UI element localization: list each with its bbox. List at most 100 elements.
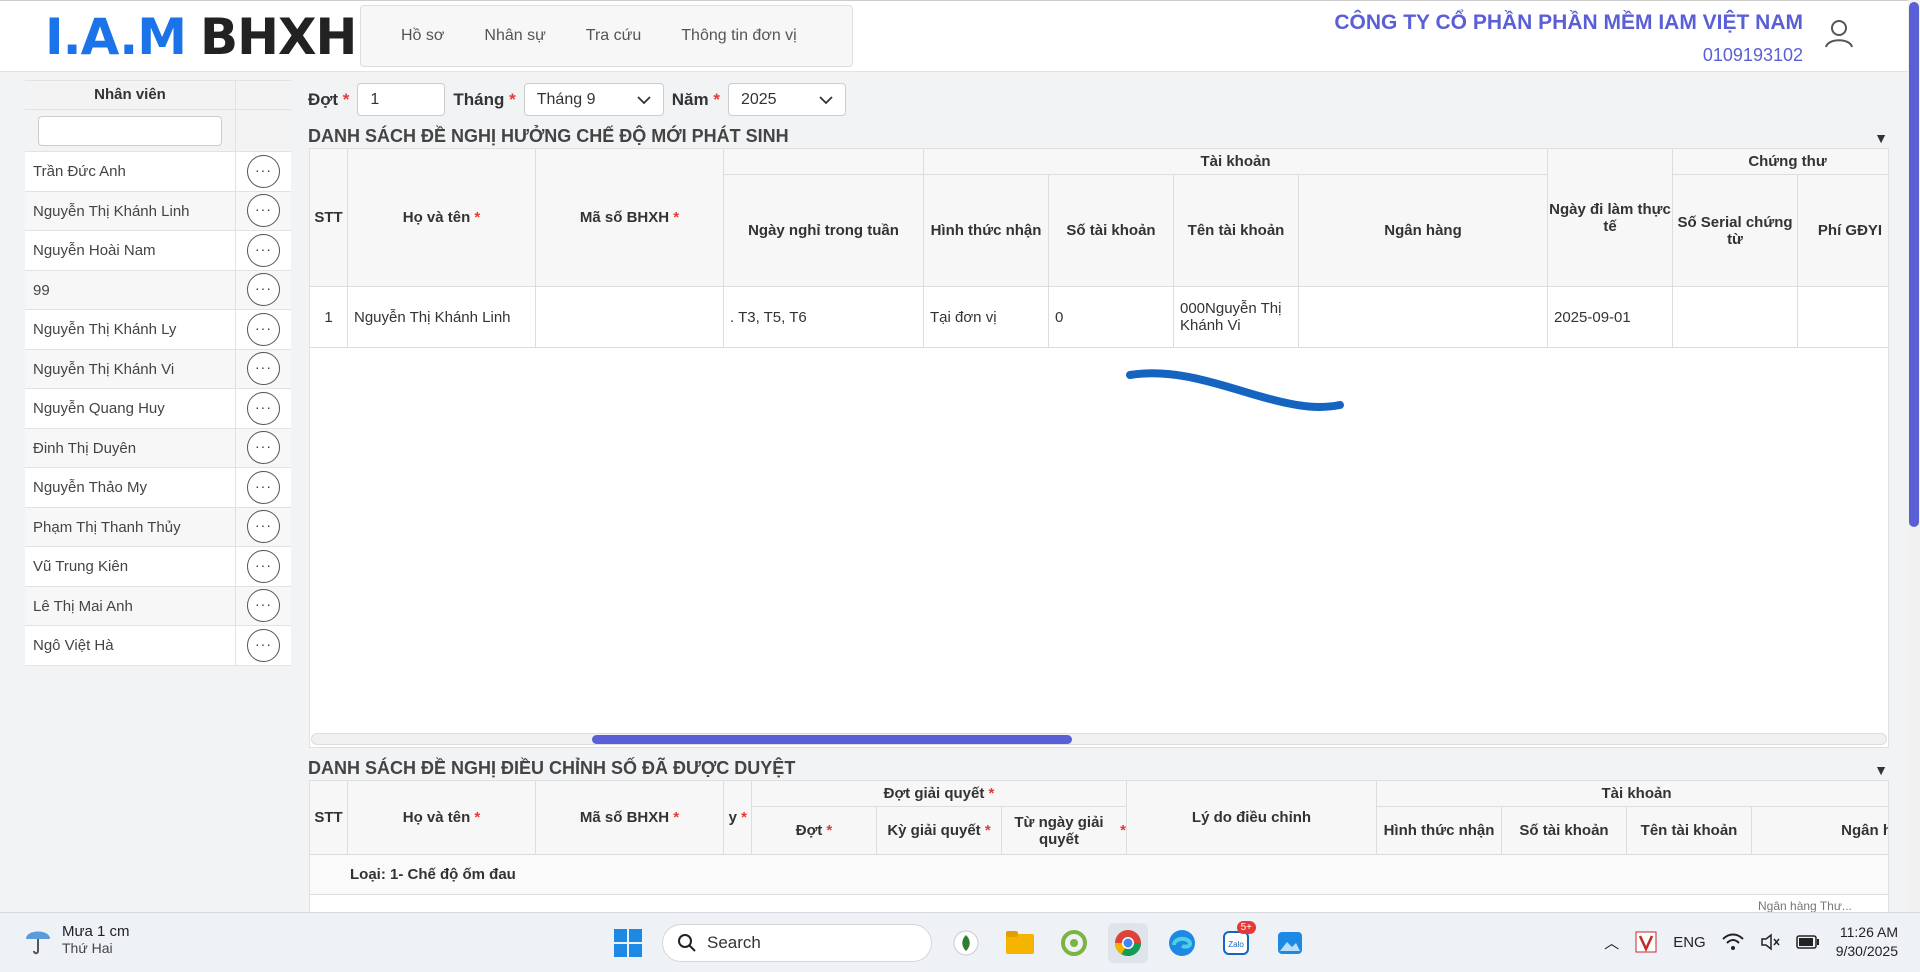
more-options-button[interactable]: ··· xyxy=(247,154,280,188)
logo-iam-text: I.A.M xyxy=(45,8,187,66)
dot-input[interactable]: 1 xyxy=(357,83,446,116)
leaf-app-icon[interactable] xyxy=(946,923,986,963)
page-vertical-scrollbar-thumb[interactable] xyxy=(1909,2,1919,527)
more-options-button[interactable]: ··· xyxy=(247,352,280,386)
green-app-icon[interactable] xyxy=(1054,923,1094,963)
horizontal-scrollbar-thumb[interactable] xyxy=(592,735,1072,744)
employee-name[interactable]: Ngô Việt Hà xyxy=(25,626,236,665)
list-item[interactable]: Phạm Thị Thanh Thủy ··· xyxy=(25,507,291,547)
nav-nhan-su[interactable]: Nhân sự xyxy=(464,27,565,45)
nam-select-value: 2025 xyxy=(740,90,777,108)
list-item[interactable]: 99 ··· xyxy=(25,270,291,310)
section-new-title: DANH SÁCH ĐỀ NGHỊ HƯỞNG CHẾ ĐỘ MỚI PHÁT … xyxy=(308,126,1888,146)
zalo-icon[interactable]: Zalo 5+ xyxy=(1216,921,1256,963)
more-options-button[interactable]: ··· xyxy=(247,549,280,583)
col2-header-y[interactable]: y * xyxy=(724,781,752,855)
nav-thong-tin-don-vi[interactable]: Thông tin đơn vị xyxy=(661,27,816,45)
battery-icon[interactable] xyxy=(1795,935,1820,949)
more-options-button[interactable]: ··· xyxy=(247,628,280,662)
horizontal-scrollbar[interactable] xyxy=(311,733,1887,745)
more-options-button[interactable]: ··· xyxy=(247,312,280,346)
file-explorer-icon[interactable] xyxy=(1000,923,1040,963)
list-item[interactable]: Ngô Việt Hà ··· xyxy=(25,626,291,666)
list-item[interactable]: Lê Thị Mai Anh ··· xyxy=(25,586,291,626)
nam-select[interactable]: 2025 xyxy=(727,83,846,116)
photos-icon[interactable] xyxy=(1270,923,1310,963)
employee-name[interactable]: Vũ Trung Kiên xyxy=(25,547,236,586)
weather-title: Mưa 1 cm xyxy=(62,923,130,940)
list-item[interactable]: Nguyễn Thị Khánh Ly ··· xyxy=(25,310,291,350)
taskbar-search-box[interactable]: Search xyxy=(662,924,932,962)
app-logo[interactable]: I.A.M BHXH xyxy=(45,8,357,66)
chevron-down-icon xyxy=(637,95,651,104)
period-filter-bar: Đợt * 1 Tháng * Tháng 9 Năm * 2025 xyxy=(308,83,846,116)
more-options-button[interactable]: ··· xyxy=(247,589,280,623)
col2-header-lydo[interactable]: Lý do điều chỉnh xyxy=(1127,781,1377,855)
employee-name[interactable]: Nguyễn Thị Khánh Ly xyxy=(25,310,236,349)
chrome-icon[interactable] xyxy=(1108,923,1148,963)
speaker-muted-icon[interactable] xyxy=(1760,933,1780,951)
col2-header-ky[interactable]: Kỳ giải quyết * xyxy=(877,807,1002,855)
employee-name[interactable]: Nguyễn Hoài Nam xyxy=(25,231,236,270)
col2-header-dot[interactable]: Đợt * xyxy=(752,807,877,855)
thang-select-value: Tháng 9 xyxy=(536,90,596,108)
list-item[interactable]: Trần Đức Anh ··· xyxy=(25,152,291,192)
user-account-icon[interactable] xyxy=(1822,17,1856,51)
nav-ho-so[interactable]: Hồ sơ xyxy=(361,27,464,45)
col2-header-tungay[interactable]: Từ ngày giải quyết * xyxy=(1002,807,1127,855)
col2-header-tentk[interactable]: Tên tài khoản xyxy=(1627,807,1752,855)
employee-filter-input[interactable] xyxy=(38,115,222,146)
group-row-loai[interactable]: Loại: 1- Chế độ ốm đau xyxy=(310,855,1888,895)
col2-header-sotk[interactable]: Số tài khoản xyxy=(1502,807,1627,855)
collapse-triangle-icon[interactable]: ▼ xyxy=(1874,130,1888,146)
col2-group-dotgq: Đợt giải quyết * xyxy=(752,781,1127,807)
col2-header-mabhxh[interactable]: Mã số BHXH * xyxy=(536,781,724,855)
sidebar-header-row: Nhân viên xyxy=(25,80,291,110)
employee-name[interactable]: Phạm Thị Thanh Thủy xyxy=(25,507,236,546)
list-item[interactable]: Vũ Trung Kiên ··· xyxy=(25,547,291,587)
col2-header-stt[interactable]: STT xyxy=(310,781,348,855)
more-options-button[interactable]: ··· xyxy=(247,431,280,465)
chevron-up-icon[interactable]: ︿ xyxy=(1604,932,1619,953)
employee-list: Trần Đức Anh ··· Nguyễn Thị Khánh Linh ··· N… xyxy=(25,152,291,666)
employee-name[interactable]: Nguyễn Thị Khánh Vi xyxy=(25,349,236,388)
thang-select[interactable]: Tháng 9 xyxy=(523,83,664,116)
employee-name[interactable]: Nguyễn Thảo My xyxy=(25,468,236,507)
system-clock[interactable]: 11:26 AM 9/30/2025 xyxy=(1836,923,1898,961)
language-indicator[interactable]: ENG xyxy=(1673,934,1706,951)
more-options-button[interactable]: ··· xyxy=(247,273,280,307)
wifi-icon[interactable] xyxy=(1721,933,1744,951)
weather-widget[interactable]: Mưa 1 cm Thứ Hai xyxy=(24,923,130,956)
more-options-button[interactable]: ··· xyxy=(247,233,280,267)
col2-header-hoten[interactable]: Họ và tên * xyxy=(348,781,536,855)
list-item[interactable]: Nguyễn Thảo My ··· xyxy=(25,468,291,508)
list-item[interactable]: Đinh Thị Duyên ··· xyxy=(25,428,291,468)
list-item[interactable]: Nguyễn Quang Huy ··· xyxy=(25,389,291,429)
nav-tra-cuu[interactable]: Tra cứu xyxy=(566,27,661,45)
list-item[interactable]: Nguyễn Hoài Nam ··· xyxy=(25,231,291,271)
edge-icon[interactable] xyxy=(1162,923,1202,963)
more-options-button[interactable]: ··· xyxy=(247,194,280,228)
collapse-triangle-icon[interactable]: ▼ xyxy=(1874,762,1888,778)
page-vertical-scrollbar[interactable] xyxy=(1908,0,1920,912)
list-item[interactable]: Nguyễn Thị Khánh Vi ··· xyxy=(25,349,291,389)
employee-name[interactable]: Nguyễn Quang Huy xyxy=(25,389,236,428)
logo-bhxh-text: BHXH xyxy=(199,8,357,66)
list-item[interactable]: Nguyễn Thị Khánh Linh ··· xyxy=(25,191,291,231)
more-options-button[interactable]: ··· xyxy=(247,391,280,425)
top-navigation: Hồ sơ Nhân sự Tra cứu Thông tin đơn vị xyxy=(360,5,853,67)
more-options-button[interactable]: ··· xyxy=(247,510,280,544)
weather-sub: Thứ Hai xyxy=(62,940,113,956)
antivirus-icon[interactable] xyxy=(1635,931,1657,953)
zalo-badge: 5+ xyxy=(1236,921,1256,934)
employee-name[interactable]: Đinh Thị Duyên xyxy=(25,428,236,467)
employee-name[interactable]: 99 xyxy=(25,270,236,309)
windows-start-icon[interactable] xyxy=(608,923,648,963)
employee-name[interactable]: Lê Thị Mai Anh xyxy=(25,586,236,625)
company-name: CÔNG TY CỔ PHẦN PHẦN MỀM IAM VIỆT NAM xyxy=(1334,11,1803,34)
col2-header-nganhang[interactable]: Ngân h xyxy=(1752,807,1888,855)
employee-name[interactable]: Nguyễn Thị Khánh Linh xyxy=(25,191,236,230)
employee-name[interactable]: Trần Đức Anh xyxy=(25,152,236,191)
col2-header-hinhthuc[interactable]: Hình thức nhận xyxy=(1377,807,1502,855)
more-options-button[interactable]: ··· xyxy=(247,470,280,504)
